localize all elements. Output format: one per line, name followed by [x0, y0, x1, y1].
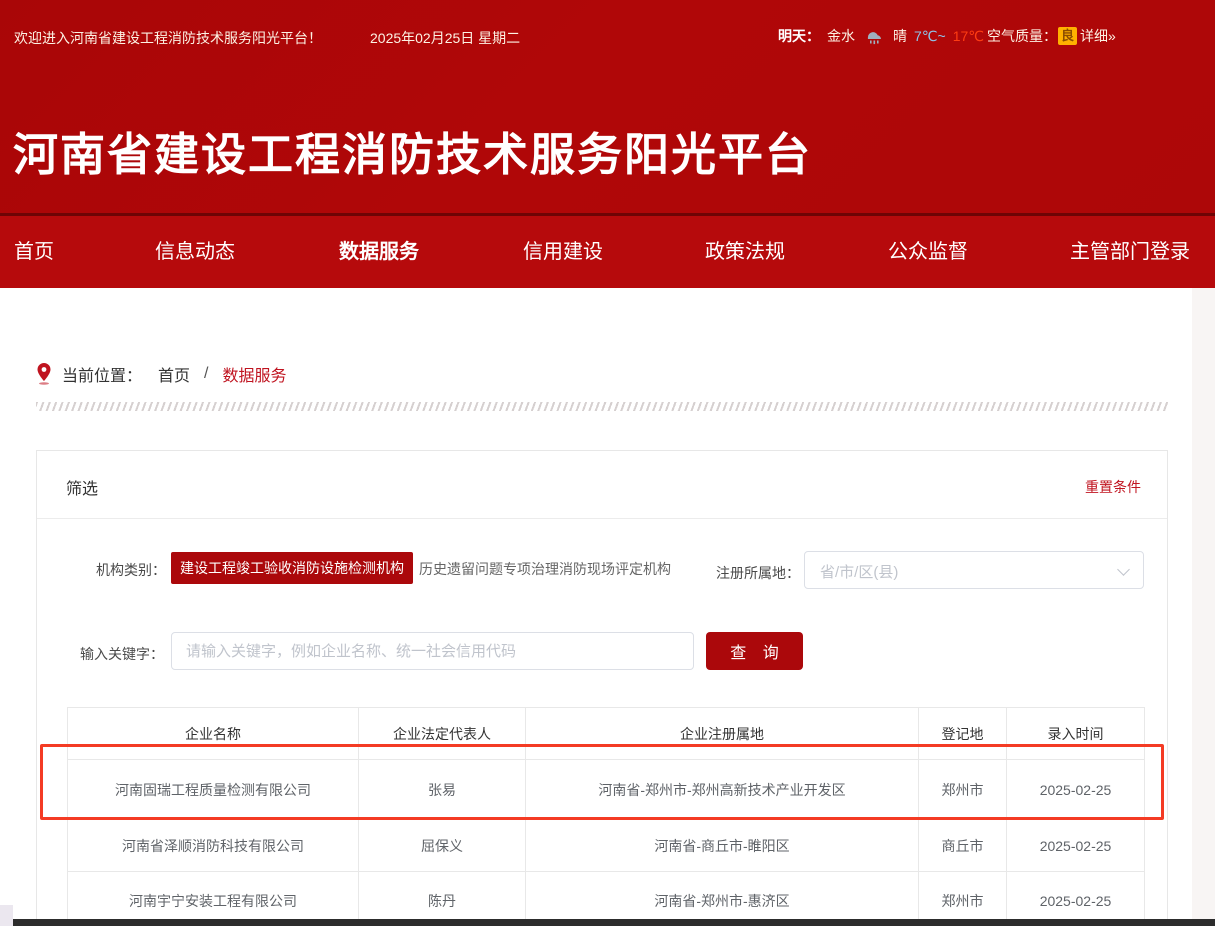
table-row[interactable]: 河南宇宁安装工程有限公司 陈丹 河南省-郑州市-惠济区 郑州市 2025-02-… — [68, 872, 1145, 926]
region-label: 注册所属地： — [716, 563, 800, 583]
cell-registration-city: 商丘市 — [919, 820, 1007, 872]
col-header-entry-date: 录入时间 — [1007, 708, 1145, 760]
cell-entry-date: 2025-02-25 — [1007, 872, 1145, 926]
region-select-placeholder: 省/市/区(县) — [820, 561, 898, 582]
breadcrumb-label: 当前位置： — [62, 362, 142, 386]
weather-city: 金水 — [827, 26, 855, 46]
table-header-row: 企业名称 企业法定代表人 企业注册属地 登记地 录入时间 — [68, 708, 1145, 760]
col-header-registered-place: 企业注册属地 — [526, 708, 919, 760]
cell-company: 河南固瑞工程质量检测有限公司 — [68, 760, 359, 820]
date-text: 2025年02月25日 星期二 — [370, 28, 520, 48]
breadcrumb: 当前位置： 首页 / 数据服务 — [36, 362, 287, 386]
cell-company: 河南宇宁安装工程有限公司 — [68, 872, 359, 926]
region-select[interactable]: 省/市/区(县) — [804, 551, 1144, 589]
cell-registered-place: 河南省-郑州市-惠济区 — [526, 872, 919, 926]
aqi-badge: 良 — [1058, 27, 1077, 45]
top-utility-bar: 欢迎进入河南省建设工程消防技术服务阳光平台！ 2025年02月25日 星期二 明… — [0, 0, 1215, 60]
main-nav: 首页 信息动态 数据服务 信用建设 政策法规 公众监督 主管部门登录 — [0, 213, 1215, 288]
nav-item-home[interactable]: 首页 — [14, 216, 54, 288]
nav-item-credit[interactable]: 信用建设 — [523, 216, 603, 288]
masthead: 欢迎进入河南省建设工程消防技术服务阳光平台！ 2025年02月25日 星期二 明… — [0, 0, 1215, 213]
slash-divider — [36, 402, 1168, 411]
cell-company: 河南省泽顺消防科技有限公司 — [68, 820, 359, 872]
reset-filters-link[interactable]: 重置条件 — [1085, 477, 1141, 497]
nav-item-admin-login[interactable]: 主管部门登录 — [1070, 216, 1190, 288]
cell-registration-city: 郑州市 — [919, 872, 1007, 926]
nav-item-data-service[interactable]: 数据服务 — [339, 216, 419, 288]
cell-registration-city: 郑州市 — [919, 760, 1007, 820]
category-option-other[interactable]: 历史遗留问题专项治理消防现场评定机构 — [419, 559, 671, 579]
page: 欢迎进入河南省建设工程消防技术服务阳光平台！ 2025年02月25日 星期二 明… — [0, 0, 1215, 926]
results-table: 企业名称 企业法定代表人 企业注册属地 登记地 录入时间 河南固瑞工程质量检测有… — [67, 707, 1145, 926]
table-row[interactable]: 河南固瑞工程质量检测有限公司 张易 河南省-郑州市-郑州高新技术产业开发区 郑州… — [68, 760, 1145, 820]
keyword-input[interactable] — [171, 632, 694, 670]
filter-panel-header: 筛选 重置条件 — [37, 451, 1167, 519]
cell-legal-rep: 张易 — [359, 760, 526, 820]
cell-entry-date: 2025-02-25 — [1007, 820, 1145, 872]
search-button[interactable]: 查 询 — [706, 632, 803, 670]
col-header-registration-city: 登记地 — [919, 708, 1007, 760]
location-pin-icon — [36, 362, 52, 386]
chevron-down-icon — [1119, 565, 1129, 575]
cell-legal-rep: 屈保义 — [359, 820, 526, 872]
temp-high: 17℃ — [953, 28, 984, 45]
weather-bar: 明天： 金水 晴 7℃~ 17℃ 空气质量： 良 详细» — [778, 26, 1116, 46]
right-edge-strip — [1192, 288, 1215, 926]
cell-legal-rep: 陈丹 — [359, 872, 526, 926]
footer-top-bar — [13, 919, 1215, 926]
weather-condition: 晴 — [893, 26, 907, 46]
site-title: 河南省建设工程消防技术服务阳光平台 — [13, 118, 812, 183]
weather-tomorrow-label: 明天： — [778, 26, 820, 46]
category-option-selected[interactable]: 建设工程竣工验收消防设施检测机构 — [171, 552, 413, 584]
cell-entry-date: 2025-02-25 — [1007, 760, 1145, 820]
keyword-label: 输入关键字： — [80, 644, 164, 664]
cell-registered-place: 河南省-商丘市-睢阳区 — [526, 820, 919, 872]
cell-registered-place: 河南省-郑州市-郑州高新技术产业开发区 — [526, 760, 919, 820]
table-row[interactable]: 河南省泽顺消防科技有限公司 屈保义 河南省-商丘市-睢阳区 商丘市 2025-0… — [68, 820, 1145, 872]
temp-low: 7℃~ — [914, 28, 946, 45]
filter-panel-title: 筛选 — [66, 475, 98, 499]
nav-item-news[interactable]: 信息动态 — [155, 216, 235, 288]
welcome-text: 欢迎进入河南省建设工程消防技术服务阳光平台！ — [14, 28, 322, 48]
breadcrumb-separator: / — [204, 365, 208, 383]
breadcrumb-home[interactable]: 首页 — [158, 362, 190, 386]
nav-item-policy[interactable]: 政策法规 — [705, 216, 785, 288]
col-header-company: 企业名称 — [68, 708, 359, 760]
weather-icon — [862, 27, 886, 45]
nav-item-supervision[interactable]: 公众监督 — [888, 216, 968, 288]
category-label: 机构类别： — [96, 560, 166, 580]
breadcrumb-current[interactable]: 数据服务 — [222, 362, 286, 386]
col-header-legal-rep: 企业法定代表人 — [359, 708, 526, 760]
bottom-left-patch — [0, 905, 13, 926]
aqi-label: 空气质量： — [987, 26, 1057, 46]
filter-panel: 筛选 重置条件 机构类别： 建设工程竣工验收消防设施检测机构 历史遗留问题专项治… — [36, 450, 1168, 926]
weather-detail-link[interactable]: 详细» — [1080, 26, 1116, 46]
